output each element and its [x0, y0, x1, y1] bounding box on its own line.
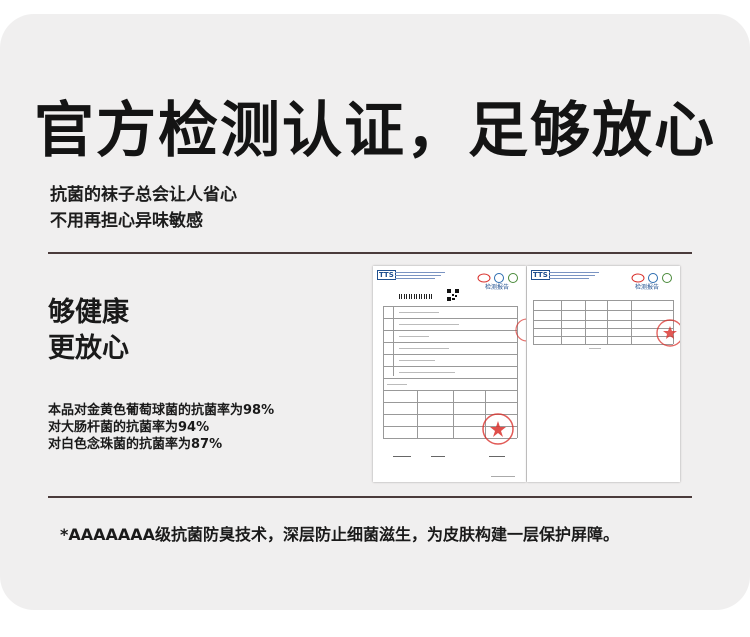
top-divider [48, 252, 692, 254]
report-title-2: 检测报告 [635, 284, 660, 291]
cert-marks-2 [631, 269, 675, 283]
official-stamp [481, 412, 515, 446]
cert-marks [477, 269, 521, 283]
bottom-divider [48, 496, 692, 498]
technology-footnote: *AAAAAAA级抗菌防臭技术，深层防止细菌滋生，为皮肤构建一层保护屏障。 [60, 525, 620, 544]
tts-logo: TTS [377, 270, 396, 280]
test-report-page-1: TTS 检测报告 [373, 266, 526, 482]
barcode [399, 294, 433, 299]
report-title-1: 检测报告 [485, 284, 510, 291]
intro-line-2: 不用再担心异味敏感 [50, 211, 203, 231]
edge-stamp [513, 318, 526, 342]
rate-candida: 对白色念珠菌的抗菌率为87% [48, 437, 223, 452]
headline: 官方检测认证，足够放心 [34, 96, 716, 166]
tts-logo-2: TTS [531, 270, 550, 280]
emphasis-line-2: 更放心 [48, 333, 129, 364]
official-stamp-2 [655, 318, 680, 348]
qr-code-icon [447, 286, 459, 301]
intro-line-1: 抗菌的袜子总会让人省心 [50, 185, 237, 205]
test-report-page-2: TTS 检测报告 [527, 266, 680, 482]
emphasis-line-1: 够健康 [48, 297, 129, 328]
